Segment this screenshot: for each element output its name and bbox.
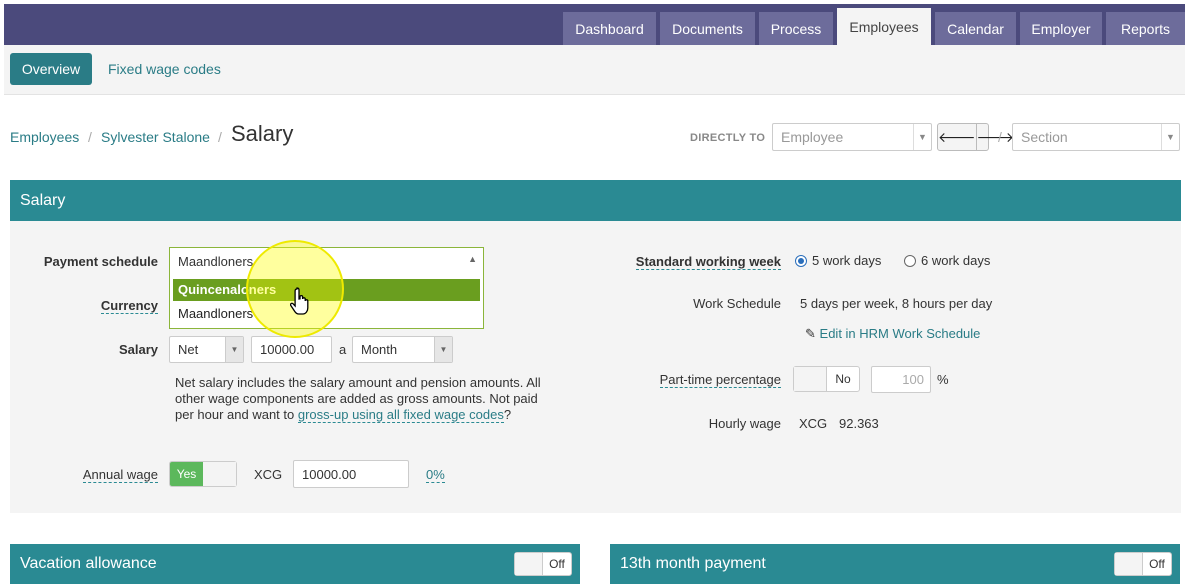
radio-6-work-days[interactable]: 6 work days bbox=[904, 253, 990, 268]
radio-selected-icon bbox=[795, 254, 807, 267]
caret-down-icon: ▼ bbox=[434, 337, 452, 362]
part-time-unit: % bbox=[937, 372, 949, 387]
employee-select[interactable]: Employee ▼ bbox=[772, 123, 932, 151]
radio-5-work-days[interactable]: 5 work days bbox=[795, 253, 881, 268]
salary-panel-title: Salary bbox=[10, 180, 1181, 221]
hourly-wage-value: 92.363 bbox=[839, 416, 879, 431]
breadcrumb-separator: / bbox=[88, 129, 92, 145]
salary-note-end: ? bbox=[503, 407, 512, 422]
pencil-icon: ✎ bbox=[805, 326, 816, 341]
top-navigation: Dashboard Documents Process Employees Ca… bbox=[4, 4, 1185, 45]
nav-process[interactable]: Process bbox=[759, 12, 833, 45]
standard-week-label: Standard working week bbox=[635, 254, 781, 270]
prev-next-buttons: 🡐 🡒 bbox=[937, 123, 1014, 151]
nav-employees[interactable]: Employees bbox=[837, 8, 931, 45]
section-select[interactable]: Section ▼ bbox=[1012, 123, 1180, 151]
annual-wage-toggle[interactable]: Yes bbox=[169, 461, 237, 487]
annual-wage-percent[interactable]: 0% bbox=[426, 467, 445, 483]
arrow-right-icon[interactable]: 🡒 bbox=[975, 124, 1014, 150]
salary-note: Net salary includes the salary amount an… bbox=[175, 375, 555, 423]
payment-schedule-label: Payment schedule bbox=[43, 254, 158, 269]
part-time-input[interactable]: 100 bbox=[871, 366, 931, 393]
nav-dashboard[interactable]: Dashboard bbox=[563, 12, 656, 45]
sub-navigation: Overview Fixed wage codes bbox=[4, 45, 1185, 95]
arrow-left-icon[interactable]: 🡐 bbox=[938, 124, 976, 150]
salary-type-select[interactable]: Net ▼ bbox=[169, 336, 244, 363]
caret-up-icon: ▲ bbox=[468, 254, 477, 264]
breadcrumb-person[interactable]: Sylvester Stalone bbox=[101, 129, 210, 145]
page-title: Salary bbox=[231, 121, 294, 146]
caret-down-icon: ▼ bbox=[225, 337, 243, 362]
thirteenth-month-panel: 13th month payment Off bbox=[610, 544, 1180, 584]
nav-documents[interactable]: Documents bbox=[660, 12, 755, 45]
work-schedule-value: 5 days per week, 8 hours per day bbox=[800, 296, 993, 311]
section-select-placeholder: Section bbox=[1021, 129, 1068, 145]
radio-unselected-icon bbox=[904, 254, 916, 267]
edit-work-schedule-link[interactable]: ✎ Edit in HRM Work Schedule bbox=[805, 326, 980, 342]
nav-employer[interactable]: Employer bbox=[1020, 12, 1102, 45]
annual-wage-input[interactable]: 10000.00 bbox=[293, 460, 409, 488]
salary-period-value: Month bbox=[361, 342, 398, 357]
thirteenth-month-title: 13th month payment bbox=[620, 555, 766, 572]
salary-label: Salary bbox=[118, 342, 158, 357]
part-time-label: Part-time percentage bbox=[659, 372, 781, 388]
nav-reports[interactable]: Reports bbox=[1106, 12, 1185, 45]
work-schedule-label: Work Schedule bbox=[693, 296, 781, 311]
annual-wage-toggle-label: Yes bbox=[170, 462, 203, 486]
edit-work-schedule-label: Edit in HRM Work Schedule bbox=[819, 326, 981, 341]
gross-up-link[interactable]: gross-up using all fixed wage codes bbox=[297, 407, 504, 423]
employee-select-placeholder: Employee bbox=[781, 129, 844, 145]
salary-amount-input[interactable]: 10000.00 bbox=[251, 336, 332, 363]
salary-type-value: Net bbox=[178, 342, 199, 357]
nav-calendar[interactable]: Calendar bbox=[935, 12, 1016, 45]
annual-wage-label: Annual wage bbox=[82, 467, 158, 483]
annual-wage-currency: XCG bbox=[254, 467, 283, 482]
tab-fixed-wage-codes[interactable]: Fixed wage codes bbox=[108, 61, 221, 77]
radio-5-label: 5 work days bbox=[812, 253, 882, 268]
vacation-allowance-title: Vacation allowance bbox=[20, 555, 157, 572]
thirteenth-toggle-label: Off bbox=[1149, 557, 1165, 571]
breadcrumb-separator: / bbox=[218, 129, 222, 145]
thirteenth-month-toggle[interactable]: Off bbox=[1114, 552, 1172, 576]
salary-a-text: a bbox=[339, 342, 347, 357]
hourly-wage-currency: XCG bbox=[799, 416, 828, 431]
caret-down-icon: ▼ bbox=[913, 124, 931, 150]
vacation-allowance-panel: Vacation allowance Off bbox=[10, 544, 580, 584]
vacation-allowance-toggle[interactable]: Off bbox=[514, 552, 572, 576]
tab-overview[interactable]: Overview bbox=[10, 53, 92, 85]
hourly-wage-label: Hourly wage bbox=[708, 416, 781, 431]
part-time-toggle-label: No bbox=[835, 372, 851, 386]
part-time-toggle[interactable]: No bbox=[793, 366, 860, 392]
salary-period-select[interactable]: Month ▼ bbox=[352, 336, 453, 363]
caret-down-icon: ▼ bbox=[1161, 124, 1179, 150]
separator: / bbox=[998, 129, 1002, 145]
breadcrumb-employees[interactable]: Employees bbox=[10, 129, 79, 145]
currency-label: Currency bbox=[100, 298, 158, 314]
directly-to-label: DIRECTLY TO bbox=[690, 132, 766, 144]
vacation-toggle-label: Off bbox=[549, 557, 565, 571]
radio-6-label: 6 work days bbox=[921, 253, 991, 268]
hand-cursor-icon bbox=[290, 287, 309, 315]
